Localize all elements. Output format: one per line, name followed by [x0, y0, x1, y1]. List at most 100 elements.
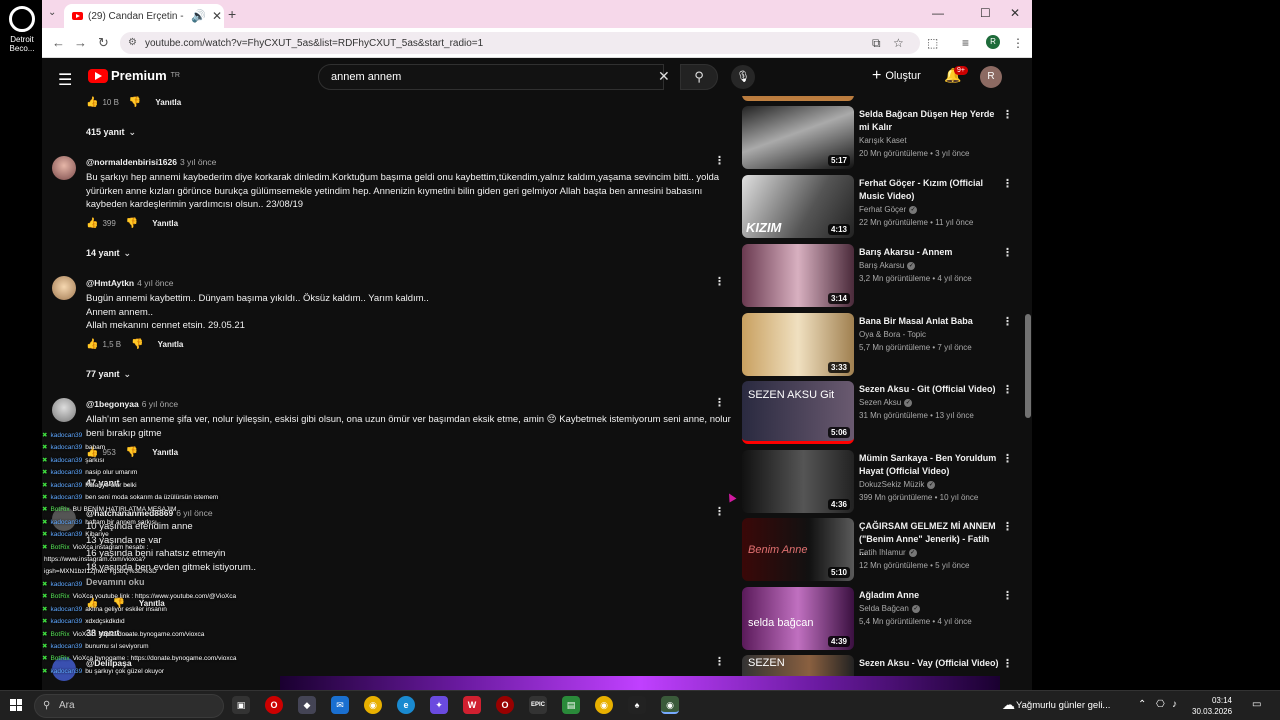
- video-thumbnail[interactable]: Benim Anne 5:10: [742, 518, 854, 581]
- browser-profile-avatar[interactable]: R: [986, 35, 1000, 49]
- video-menu-icon[interactable]: ⋮: [1002, 108, 1013, 121]
- channel-name[interactable]: DokuzSekiz Müzik ✓: [859, 480, 936, 489]
- comment-menu-icon[interactable]: ⋮: [714, 655, 725, 668]
- reload-icon[interactable]: ↻: [98, 35, 109, 51]
- video-title[interactable]: Bana Bir Masal Anlat Baba: [859, 315, 999, 328]
- video-thumbnail[interactable]: KIZIM 4:13: [742, 175, 854, 238]
- browser-menu-icon[interactable]: ⋮: [1012, 36, 1024, 50]
- video-menu-icon[interactable]: ⋮: [1002, 315, 1013, 328]
- video-thumbnail[interactable]: 4:36: [742, 450, 854, 513]
- video-card[interactable]: SEZEN AKSU Git 5:06 Sezen Aksu - Git (Off…: [742, 381, 1022, 446]
- video-card[interactable]: Benim Anne 5:10 ÇAĞIRSAM GELMEZ Mİ ANNEM …: [742, 518, 1022, 583]
- video-menu-icon[interactable]: ⋮: [1002, 589, 1013, 602]
- task-view-icon[interactable]: ▣: [232, 696, 250, 714]
- video-menu-icon[interactable]: ⋮: [1002, 177, 1013, 190]
- mail-icon[interactable]: ✉: [331, 696, 349, 714]
- comment-menu-icon[interactable]: ⋮: [714, 275, 725, 288]
- video-card[interactable]: 3:14 Barış Akarsu - Annem Barış Akarsu ✓ …: [742, 244, 1022, 309]
- chrome-icon[interactable]: ◉: [595, 696, 613, 714]
- hamburger-menu-icon[interactable]: ☰: [58, 70, 72, 90]
- video-card[interactable]: KIZIM 4:13 Ferhat Göçer - Kızım (Official…: [742, 175, 1022, 240]
- dislike-icon[interactable]: 👎: [131, 339, 143, 350]
- forward-icon[interactable]: →: [74, 35, 87, 50]
- video-menu-icon[interactable]: ⋮: [1002, 246, 1013, 259]
- weather-text[interactable]: Yağmurlu günler geli...: [1016, 700, 1110, 711]
- network-icon[interactable]: ⎔: [1156, 699, 1165, 710]
- like-icon[interactable]: 👍: [86, 339, 98, 350]
- opera-icon[interactable]: O: [265, 696, 283, 714]
- search-input[interactable]: annem annem: [318, 64, 664, 90]
- account-avatar[interactable]: R: [980, 66, 1002, 88]
- page-scrollbar[interactable]: [1024, 60, 1032, 676]
- volume-icon[interactable]: ♪: [1172, 699, 1177, 710]
- app-icon[interactable]: ◆: [298, 696, 316, 714]
- minimize-icon[interactable]: —: [932, 6, 944, 20]
- video-thumbnail[interactable]: 3:14: [742, 244, 854, 307]
- comment-author[interactable]: @normaldenbirisi1626 3 yıl önce: [86, 157, 216, 167]
- video-thumbnail[interactable]: 5:17: [742, 106, 854, 169]
- epic-games-icon[interactable]: EPIC: [529, 696, 547, 714]
- video-menu-icon[interactable]: ⋮: [1002, 452, 1013, 465]
- video-title[interactable]: Sezen Aksu - Vay (Official Video): [859, 657, 999, 670]
- voice-search-icon[interactable]: 🎙: [731, 65, 755, 89]
- app-icon[interactable]: ✦: [430, 696, 448, 714]
- dislike-icon[interactable]: 👎: [126, 218, 138, 229]
- comment-author[interactable]: @HmtAytkn 4 yıl önce: [86, 278, 174, 288]
- clear-search-icon[interactable]: ✕: [658, 68, 670, 85]
- video-card[interactable]: 4:36 Mümin Sarıkaya - Ben Yoruldum Hayat…: [742, 450, 1022, 515]
- video-title[interactable]: Mümin Sarıkaya - Ben Yoruldum Hayat (Off…: [859, 452, 999, 478]
- channel-name[interactable]: Sezen Aksu ✓: [859, 398, 913, 407]
- chrome-active-icon[interactable]: ◉: [661, 696, 679, 714]
- back-icon[interactable]: ←: [52, 35, 65, 50]
- channel-name[interactable]: Oya & Bora - Topic: [859, 330, 926, 339]
- bookmark-star-icon[interactable]: ☆: [893, 36, 904, 50]
- video-title[interactable]: Ferhat Göçer - Kızım (Official Music Vid…: [859, 177, 999, 203]
- weather-icon[interactable]: ☁: [1002, 697, 1015, 713]
- comment-menu-icon[interactable]: ⋮: [714, 396, 725, 409]
- video-menu-icon[interactable]: ⋮: [1002, 383, 1013, 396]
- avatar[interactable]: [52, 276, 76, 300]
- video-title[interactable]: Selda Bağcan Düşen Hep Yerde mi Kalır: [859, 108, 999, 134]
- video-card[interactable]: [742, 96, 1022, 103]
- install-app-icon[interactable]: ⧉: [872, 36, 881, 51]
- reply-button[interactable]: Yanıtla: [152, 219, 178, 228]
- video-card[interactable]: 3:33 Bana Bir Masal Anlat Baba Oya & Bor…: [742, 313, 1022, 378]
- reply-button[interactable]: Yanıtla: [155, 98, 181, 107]
- channel-name[interactable]: Ferhat Göçer ✓: [859, 205, 918, 214]
- channel-name[interactable]: Fatih Ihlamur ✓: [859, 548, 917, 557]
- close-window-icon[interactable]: ✕: [1010, 6, 1020, 20]
- avatar[interactable]: [52, 156, 76, 180]
- view-replies-button[interactable]: 14 yanıt ⌄: [86, 248, 131, 259]
- comment-author[interactable]: @1begonyaa 6 yıl önce: [86, 399, 178, 409]
- extensions-icon[interactable]: ⬚: [927, 36, 938, 50]
- system-clock[interactable]: 03:14 30.03.2026: [1192, 695, 1232, 717]
- comment-menu-icon[interactable]: ⋮: [714, 154, 725, 167]
- like-icon[interactable]: 👍: [86, 218, 98, 229]
- tray-chevron-icon[interactable]: ⌃: [1138, 699, 1146, 710]
- view-replies-button[interactable]: 77 yanıt ⌄: [86, 369, 131, 380]
- desktop-shortcut[interactable]: Detroit Beco...: [4, 6, 40, 53]
- video-menu-icon[interactable]: ⋮: [1002, 657, 1013, 670]
- speaker-icon[interactable]: 🔊: [191, 9, 206, 23]
- dislike-icon[interactable]: 👎: [129, 97, 141, 108]
- chrome-icon[interactable]: ◉: [364, 696, 382, 714]
- video-thumbnail[interactable]: [742, 96, 854, 101]
- like-icon[interactable]: 👍: [86, 97, 98, 108]
- new-tab-button[interactable]: +: [228, 6, 236, 22]
- taskbar-search-input[interactable]: ⚲ Ara: [34, 694, 224, 718]
- close-tab-icon[interactable]: ✕: [210, 9, 224, 23]
- avatar[interactable]: [52, 398, 76, 422]
- create-button[interactable]: + Oluştur: [872, 67, 921, 85]
- wps-icon[interactable]: W: [463, 696, 481, 714]
- video-menu-icon[interactable]: ⋮: [1002, 520, 1013, 533]
- notifications-icon[interactable]: ▭: [1252, 699, 1261, 710]
- browser-tab[interactable]: (29) Candan Erçetin - Anne 🔊 ✕: [64, 4, 224, 28]
- view-replies-button[interactable]: 415 yanıt ⌄: [86, 127, 136, 138]
- video-thumbnail[interactable]: SEZEN: [742, 655, 854, 676]
- app-icon[interactable]: ▤: [562, 696, 580, 714]
- search-button[interactable]: ⚲: [680, 64, 718, 90]
- steam-icon[interactable]: ♠: [628, 696, 646, 714]
- edge-icon[interactable]: e: [397, 696, 415, 714]
- scrollbar-thumb[interactable]: [1025, 314, 1031, 418]
- video-card[interactable]: SEZEN Sezen Aksu - Vay (Official Video) …: [742, 655, 1022, 676]
